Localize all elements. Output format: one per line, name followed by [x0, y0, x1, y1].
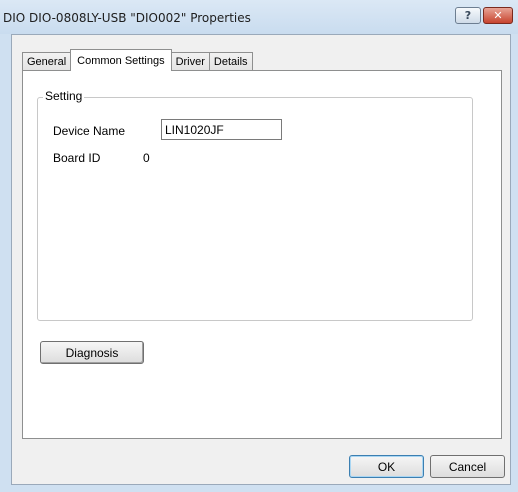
diagnosis-button[interactable]: Diagnosis — [40, 341, 144, 364]
window-title: DIO DIO-0808LY-USB "DIO002" Properties — [3, 11, 251, 25]
tab-strip: General Common Settings Driver Details — [22, 49, 253, 71]
board-id-label: Board ID — [53, 151, 101, 165]
tab-general[interactable]: General — [22, 52, 72, 71]
setting-group-legend: Setting — [43, 89, 85, 103]
tab-common-settings[interactable]: Common Settings — [70, 49, 172, 71]
device-name-label: Device Name — [53, 124, 126, 138]
tab-details[interactable]: Details — [208, 52, 253, 71]
ok-button[interactable]: OK — [349, 455, 424, 478]
cancel-button[interactable]: Cancel — [430, 455, 505, 478]
help-button[interactable]: ? — [455, 7, 481, 24]
close-icon: ✕ — [493, 9, 503, 22]
title-bar[interactable]: DIO DIO-0808LY-USB "DIO002" Properties ?… — [0, 0, 518, 34]
tab-panel-common-settings: Setting Device Name Board ID 0 Diagnosis — [22, 70, 502, 439]
properties-dialog: DIO DIO-0808LY-USB "DIO002" Properties ?… — [0, 0, 518, 492]
board-id-value: 0 — [143, 151, 150, 165]
tab-driver[interactable]: Driver — [170, 52, 210, 71]
close-button[interactable]: ✕ — [483, 7, 513, 24]
device-name-input[interactable] — [161, 119, 282, 140]
help-icon: ? — [464, 9, 472, 22]
dialog-client-area: General Common Settings Driver Details S… — [11, 34, 511, 485]
